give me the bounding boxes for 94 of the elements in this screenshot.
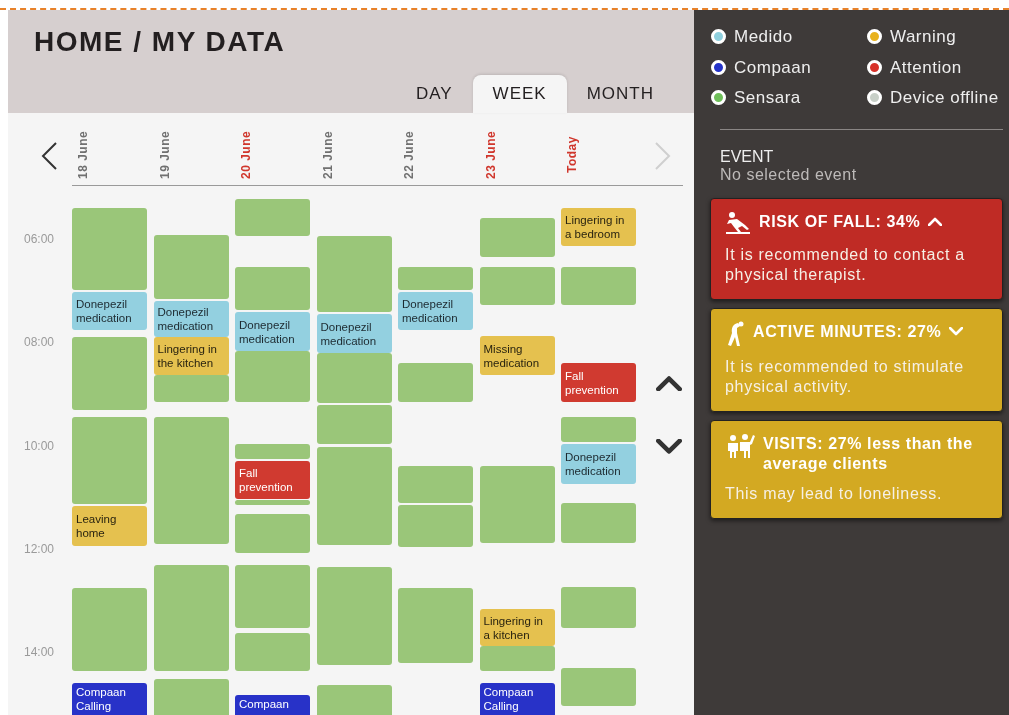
calendar-event[interactable] [235, 444, 310, 459]
calendar-event[interactable]: Fall prevention [561, 363, 636, 402]
calendar-event[interactable] [398, 267, 473, 290]
calendar-event[interactable]: Missing medication [479, 336, 555, 375]
calendar-event[interactable] [153, 679, 229, 715]
calendar-event[interactable] [561, 267, 636, 305]
calendar-event[interactable] [235, 500, 310, 505]
calendar-event[interactable] [398, 505, 473, 547]
calendar-event[interactable]: Fall prevention [235, 461, 310, 499]
view-tab[interactable]: MONTH [566, 75, 674, 113]
card-text: It is recommended to stimulate physical activity. [725, 356, 965, 397]
chevron-left-icon [40, 141, 58, 171]
card-title: VISITS: 27% less than the average clients [763, 433, 974, 474]
calendar-event[interactable] [479, 646, 555, 671]
card-title: ACTIVE MINUTES: 27% [753, 321, 942, 342]
legend-label: Attention [890, 56, 962, 79]
time-label: 14:00 [24, 644, 55, 662]
day-label: 20 June [238, 129, 253, 181]
day-label: Today [564, 135, 579, 176]
calendar-event[interactable] [235, 565, 310, 628]
legend-label: Warning [890, 26, 957, 48]
falling-person-icon [725, 210, 751, 235]
calendar-event[interactable] [235, 199, 310, 236]
calendar-event[interactable] [235, 351, 310, 402]
calendar-event[interactable] [561, 417, 636, 442]
calendar-event[interactable]: Lingering in a bedroom [561, 208, 636, 246]
card-text: It is recommended to contact a physical therapist. [725, 244, 966, 285]
day-label: 21 June [319, 129, 335, 181]
calendar-event[interactable]: Lingering in the kitchen [153, 337, 229, 375]
calendar-event[interactable]: Donepezil medication [316, 314, 392, 353]
calendar-event[interactable]: Donepezil medication [235, 312, 310, 351]
calendar-event[interactable] [72, 337, 147, 410]
calendar-event[interactable] [398, 466, 473, 503]
calendar-event[interactable] [479, 267, 555, 305]
calendar-event[interactable]: Donepezil medication [398, 292, 473, 330]
time-label: 08:00 [24, 334, 55, 352]
calendar-event[interactable] [561, 587, 636, 628]
calendar-event[interactable] [235, 267, 310, 310]
calendar-event[interactable] [316, 353, 392, 403]
event-heading: EVENT [720, 147, 775, 166]
event-status: No selected event [720, 165, 858, 184]
chevron-up-icon [928, 216, 943, 226]
day-label: 18 June [75, 129, 90, 181]
calendar-event[interactable]: Compaan Calling [72, 683, 147, 715]
legend-label: Device offline [890, 87, 999, 109]
legend-label: Medido [734, 26, 793, 48]
calendar-event[interactable] [153, 235, 229, 299]
calendar-event[interactable] [316, 236, 392, 312]
calendar-event[interactable] [235, 514, 310, 553]
calendar-event[interactable]: Compaan Calling [479, 683, 555, 715]
stretching-person-icon [725, 320, 745, 347]
calendar-event[interactable]: Donepezil medication [561, 444, 636, 484]
calendar-event[interactable] [235, 633, 310, 671]
calendar-event[interactable]: Donepezil medication [72, 292, 147, 330]
calendar-event[interactable]: Leaving home [72, 506, 147, 546]
day-label: 23 June [482, 129, 498, 181]
calendar-event[interactable] [153, 565, 229, 671]
view-tab[interactable]: WEEK [472, 75, 567, 113]
calendar-event[interactable] [398, 363, 473, 402]
calendar-event[interactable] [479, 218, 555, 257]
time-label: 10:00 [24, 437, 55, 455]
insight-card[interactable]: RISK OF FALL: 34% It is recommended to contact a physical therapist. [710, 197, 1003, 300]
calendar-event[interactable] [153, 417, 229, 544]
calendar-event[interactable] [561, 503, 636, 543]
calendar-event[interactable]: Donepezil medication [153, 301, 229, 337]
card-text: This may lead to loneliness. [725, 483, 944, 504]
page-title: HOME / MY DATA [33, 25, 287, 56]
calendar-event[interactable] [153, 375, 229, 402]
calendar-event[interactable] [479, 466, 555, 543]
chevron-right-icon [654, 141, 672, 171]
card-title: RISK OF FALL: 34% [759, 211, 921, 232]
calendar-event[interactable] [398, 588, 473, 663]
previous-week-button[interactable] [40, 141, 58, 171]
calendar-event[interactable] [316, 405, 392, 444]
view-tab[interactable]: DAY [395, 75, 473, 113]
time-label: 12:00 [24, 540, 55, 558]
time-label: 06:00 [24, 231, 55, 248]
calendar-event[interactable] [316, 447, 392, 545]
day-label: 22 June [401, 129, 416, 181]
legend-label: Compaan [734, 56, 812, 79]
calendar-event[interactable]: Compaan [235, 695, 310, 715]
calendar-event[interactable] [561, 668, 636, 706]
legend-label: Sensara [734, 87, 801, 109]
day-label: 19 June [156, 129, 172, 181]
scroll-up-icon [656, 375, 682, 391]
chevron-down-icon [949, 326, 964, 336]
calendar-event[interactable]: Lingering in a kitchen [479, 609, 555, 646]
calendar-event[interactable] [72, 208, 147, 290]
two-people-icon [725, 432, 755, 459]
calendar-event[interactable] [316, 685, 392, 715]
calendar-event[interactable] [72, 417, 147, 504]
calendar-event[interactable] [316, 567, 392, 665]
scroll-down-icon [656, 439, 682, 455]
calendar-event[interactable] [72, 588, 147, 671]
